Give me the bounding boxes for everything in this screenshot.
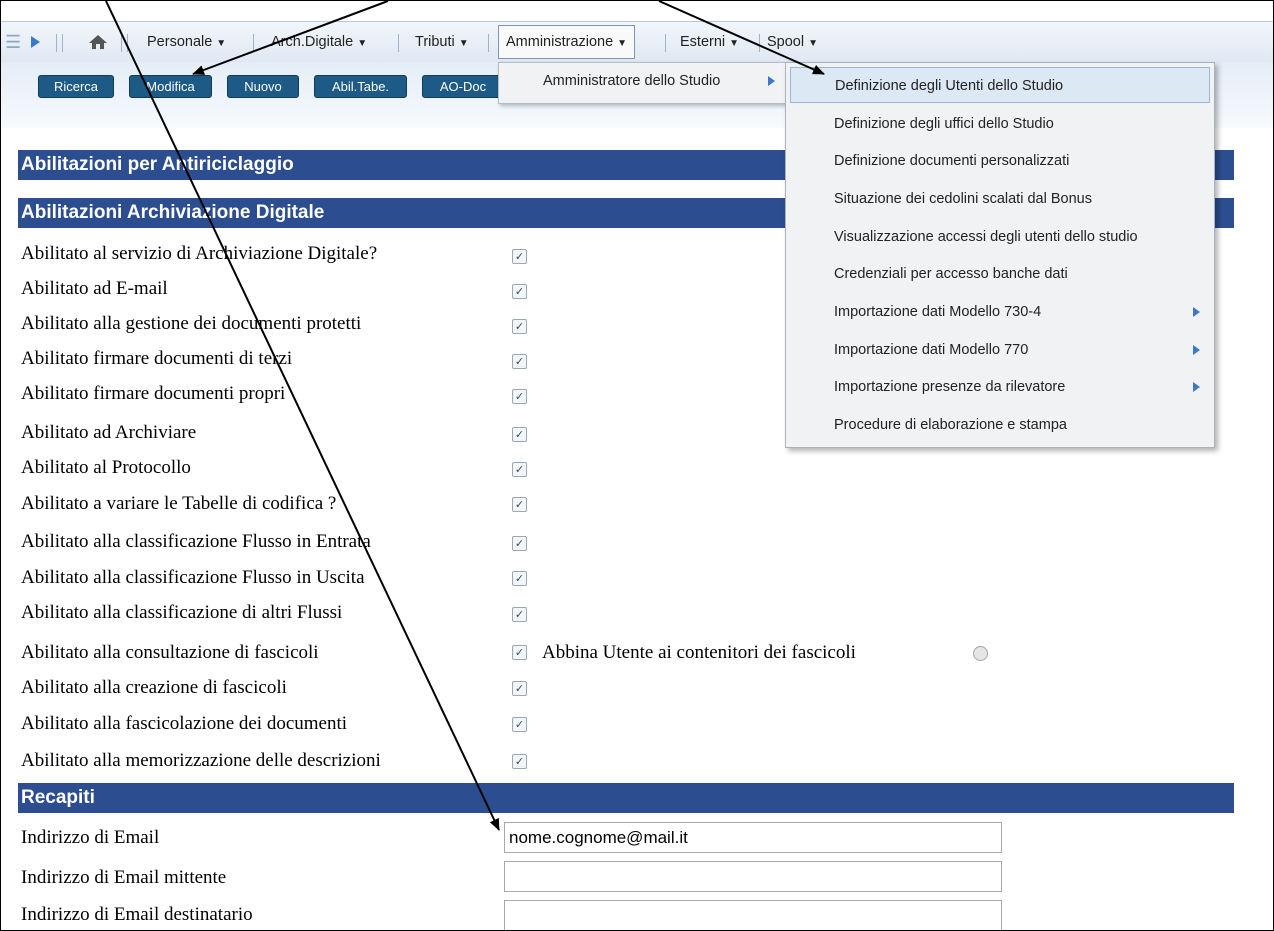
arrow-to-modifica bbox=[192, 1, 389, 75]
arrow-to-email-field bbox=[105, 1, 500, 831]
app-frame: ☰ Personale ▼ Arch.Digitale ▼ Tributi ▼ Amm… bbox=[0, 0, 1274, 931]
arrow-to-definizione-utenti bbox=[658, 1, 825, 75]
annotation-arrows bbox=[105, 1, 825, 831]
